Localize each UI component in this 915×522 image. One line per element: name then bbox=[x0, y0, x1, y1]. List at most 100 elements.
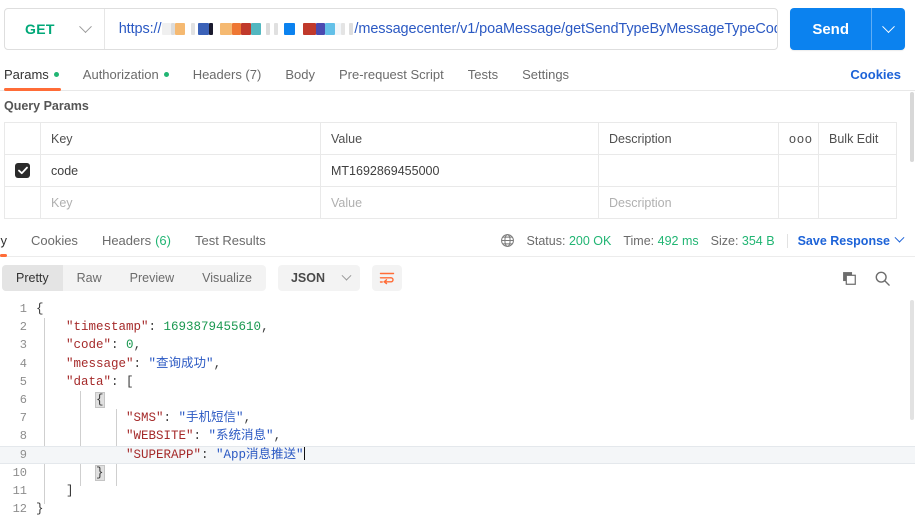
tab-params[interactable]: Params bbox=[0, 58, 71, 91]
search-icon[interactable] bbox=[874, 270, 891, 287]
response-tab-test-results[interactable]: Test Results bbox=[183, 225, 278, 257]
param-key-input-text: Key bbox=[51, 195, 73, 210]
params-more-options-button[interactable]: ooo bbox=[778, 122, 819, 155]
tab-headers[interactable]: Headers (7) bbox=[181, 58, 274, 91]
redacted-block bbox=[303, 23, 317, 36]
bulk-edit-button[interactable]: Bulk Edit bbox=[818, 122, 897, 155]
url-scheme: https:// bbox=[118, 21, 162, 37]
tab-authorization[interactable]: Authorization bbox=[71, 58, 181, 91]
chevron-down-icon bbox=[78, 19, 92, 33]
url-input[interactable]: https:// /messagecenter/v1/poaMessage/get… bbox=[105, 9, 778, 49]
token-k: "message" bbox=[66, 356, 134, 371]
code-line[interactable]: 9 "SUPERAPP": "App消息推送" bbox=[0, 445, 915, 464]
response-body-editor[interactable]: 1{2 "timestamp": 1693879455610, 3 "code":… bbox=[0, 300, 915, 522]
modified-indicator-dot bbox=[53, 71, 59, 77]
scrollbar-thumb[interactable] bbox=[910, 300, 914, 420]
response-tab-label: ody bbox=[0, 233, 7, 248]
response-tab-label: Cookies bbox=[30, 233, 78, 248]
param-value-input[interactable]: Value bbox=[320, 186, 599, 219]
code-content: "message": "查询成功", bbox=[36, 355, 915, 373]
param-description-input[interactable] bbox=[598, 154, 779, 187]
response-tab-cookies[interactable]: Cookies bbox=[19, 225, 90, 257]
token-pun: , bbox=[133, 338, 142, 353]
code-line[interactable]: 7 "SMS": "手机短信", bbox=[0, 409, 915, 427]
url-bar: GET https:// /messagecenter/v1/poaMessage… bbox=[0, 0, 915, 58]
request-pane-scrollbar[interactable] bbox=[909, 92, 915, 222]
response-tab-label: Headers bbox=[101, 233, 152, 248]
token-k: "WEBSITE" bbox=[126, 429, 194, 444]
tab-pre-request-script[interactable]: Pre-request Script bbox=[327, 58, 456, 91]
response-tabs: ody Cookies Headers(6) Test Results bbox=[0, 225, 278, 257]
param-enabled-checkbox[interactable] bbox=[15, 163, 30, 178]
code-line[interactable]: 8 "WEBSITE": "系统消息", bbox=[0, 427, 915, 445]
code-content: { bbox=[36, 300, 915, 318]
scrollbar-thumb[interactable] bbox=[910, 92, 914, 162]
url-path: /messagecenter/v1/poaMessage/getSendType… bbox=[354, 21, 777, 37]
tab-body[interactable]: Body bbox=[273, 58, 327, 91]
copy-icon[interactable] bbox=[841, 270, 858, 287]
response-tab-headers[interactable]: Headers (6) bbox=[90, 225, 183, 257]
line-number: 9 bbox=[19, 447, 27, 462]
token-pun: } bbox=[36, 502, 44, 517]
http-method-selector[interactable]: GET bbox=[5, 9, 105, 49]
format-tab-visualize[interactable]: Visualize bbox=[188, 265, 266, 291]
code-content: "timestamp": 1693879455610, bbox=[36, 318, 915, 336]
tab-settings[interactable]: Settings bbox=[510, 58, 581, 91]
save-response-button[interactable]: Save Response bbox=[786, 232, 905, 248]
url-text: https:// /messagecenter/v1/poaMessage/get… bbox=[119, 21, 778, 37]
status-label: Status: bbox=[526, 233, 566, 248]
line-number: 8 bbox=[19, 429, 27, 444]
status-item: Status: 200 OK bbox=[527, 234, 612, 248]
code-content: "SMS": "手机短信", bbox=[36, 409, 915, 427]
row-spacer-cell bbox=[818, 154, 897, 187]
response-tab-ody[interactable]: ody bbox=[0, 225, 19, 257]
tab-tests[interactable]: Tests bbox=[456, 58, 510, 91]
code-line[interactable]: 4 "message": "查询成功", bbox=[0, 355, 915, 373]
row-spacer-cell bbox=[778, 186, 819, 219]
response-language-selector[interactable]: JSON bbox=[277, 265, 360, 291]
redacted-block bbox=[220, 23, 233, 36]
line-number: 10 bbox=[12, 465, 27, 480]
format-tab-pretty[interactable]: Pretty bbox=[2, 265, 63, 291]
response-language-label: JSON bbox=[290, 271, 325, 285]
globe-icon[interactable] bbox=[500, 233, 515, 248]
code-line[interactable]: 5 "data": [ bbox=[0, 373, 915, 391]
code-content: } bbox=[36, 500, 915, 518]
cookies-link[interactable]: Cookies bbox=[850, 67, 901, 82]
token-pun: , bbox=[213, 356, 222, 371]
code-line[interactable]: 11 ] bbox=[0, 482, 915, 500]
redacted-block bbox=[325, 23, 336, 36]
format-tab-preview[interactable]: Preview bbox=[116, 265, 188, 291]
param-value-input[interactable]: MT1692869455000 bbox=[320, 154, 599, 187]
code-line[interactable]: 2 "timestamp": 1693879455610, bbox=[0, 318, 915, 336]
token-pun: : bbox=[193, 429, 209, 444]
code-line[interactable]: 12} bbox=[0, 500, 915, 518]
param-description-input[interactable]: Description bbox=[598, 186, 779, 219]
code-line[interactable]: 1{ bbox=[0, 300, 915, 318]
response-pane-scrollbar[interactable] bbox=[909, 300, 915, 522]
tab-label: Params bbox=[4, 66, 49, 82]
line-number: 3 bbox=[19, 338, 27, 353]
send-button[interactable]: Send bbox=[790, 8, 871, 50]
time-item: Time: 492 ms bbox=[623, 234, 698, 248]
param-key-input[interactable]: Key bbox=[40, 186, 321, 219]
param-key-input[interactable]: code bbox=[40, 154, 321, 187]
code-line[interactable]: 6 { bbox=[0, 391, 915, 409]
word-wrap-toggle[interactable] bbox=[372, 265, 402, 291]
token-pun: : bbox=[133, 356, 149, 371]
tab-label: Body bbox=[285, 66, 315, 82]
send-options-button[interactable] bbox=[871, 8, 905, 50]
http-method-label: GET bbox=[25, 21, 55, 37]
size-value: 354 B bbox=[741, 233, 775, 248]
redacted-block bbox=[162, 23, 172, 36]
code-line[interactable]: 3 "code": 0, bbox=[0, 336, 915, 354]
format-tab-raw[interactable]: Raw bbox=[63, 265, 116, 291]
token-pun: : bbox=[163, 411, 179, 426]
code-line[interactable]: 10 } bbox=[0, 464, 915, 482]
token-pun: , bbox=[273, 429, 282, 444]
header-cell-checkbox bbox=[4, 122, 41, 155]
token-str: "系统消息" bbox=[208, 429, 274, 444]
